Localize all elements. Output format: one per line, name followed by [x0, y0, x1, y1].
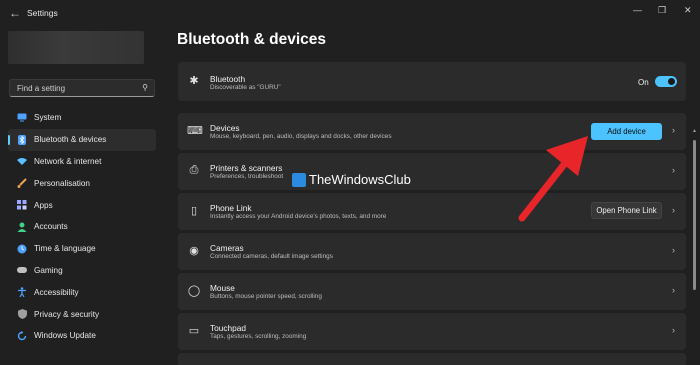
annotation-arrow-icon	[518, 136, 588, 222]
